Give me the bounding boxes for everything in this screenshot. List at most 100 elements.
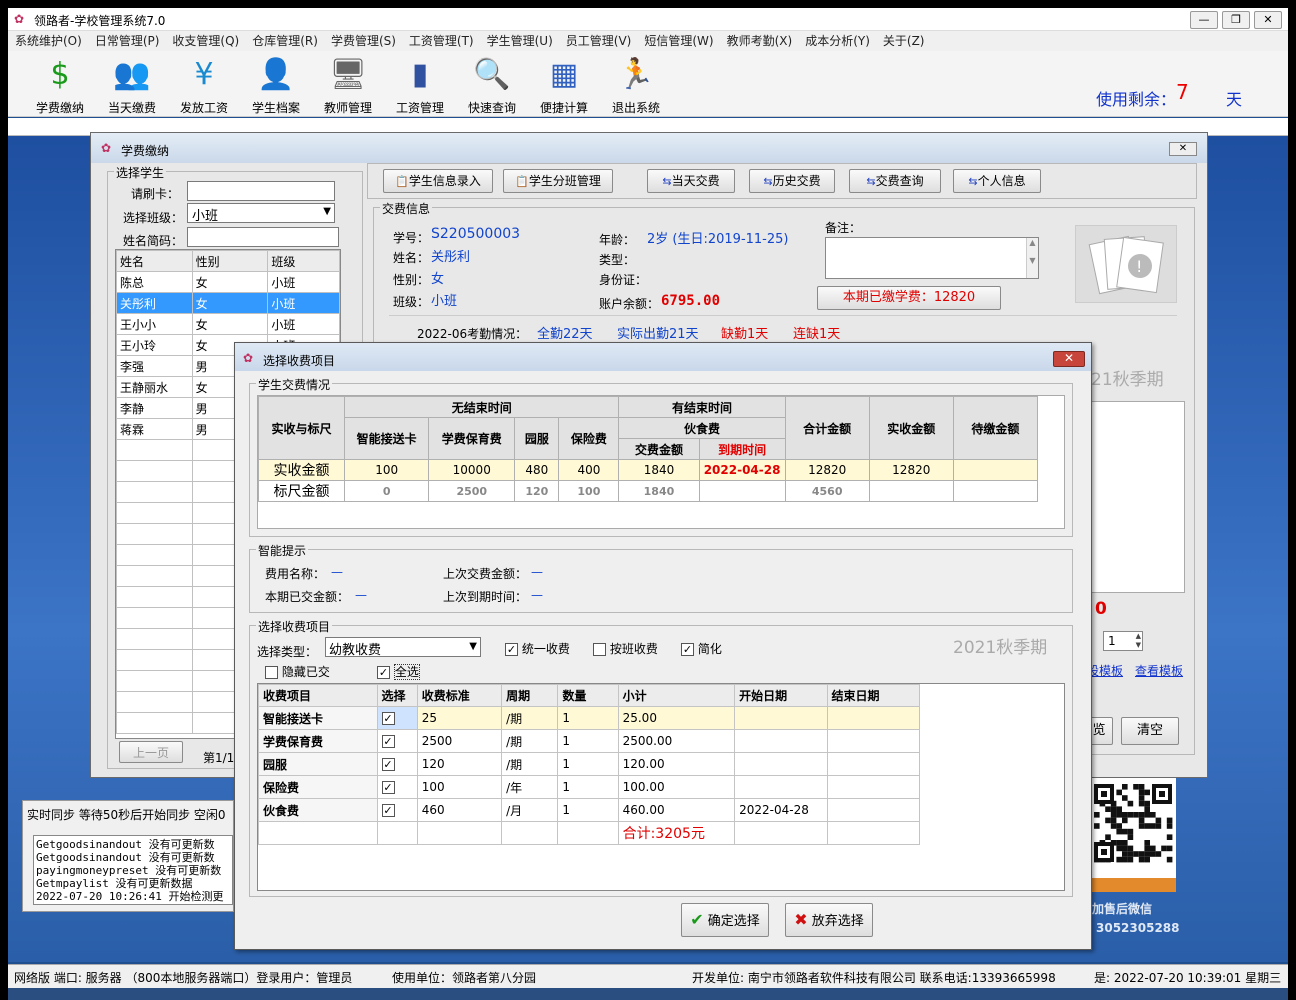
- calculator-icon: ▦: [549, 57, 579, 92]
- unified-checkbox[interactable]: ✓ 统一收费: [505, 640, 570, 657]
- sync-log-line: 2022-07-20 10:26:41 开始检测更: [36, 890, 224, 903]
- table-row[interactable]: 实收金额 100 10000 480 400 1840 2022-04-28 12820 128…: [257, 459, 1039, 481]
- fee-select-cell[interactable]: ✓: [376, 729, 418, 753]
- fee-window-close-button[interactable]: ✕: [1169, 142, 1197, 156]
- menu-item-10[interactable]: 成本分析(Y): [805, 31, 870, 51]
- fee-select-cell[interactable]: ✓: [376, 752, 418, 776]
- student-col-header[interactable]: 性别: [191, 250, 269, 272]
- fee-col-header[interactable]: 选择: [376, 684, 418, 707]
- table-row[interactable]: 标尺金额 0 2500 120 100 1840 4560: [257, 480, 1039, 502]
- student-col-header[interactable]: 班级: [267, 250, 340, 272]
- table-row[interactable]: 关彤利女小班: [116, 292, 340, 314]
- class-select[interactable]: 小班 ▼: [187, 203, 335, 224]
- student-cell: 陈总: [116, 271, 193, 293]
- fee-type-select[interactable]: 幼教收费 ▼: [325, 637, 481, 658]
- table-row[interactable]: 陈总女小班: [116, 271, 340, 293]
- dialog-close-button[interactable]: ✕: [1053, 351, 1085, 367]
- side-panel-list[interactable]: [1091, 401, 1185, 593]
- set-template-link[interactable]: 设模板: [1087, 662, 1123, 679]
- student-photo[interactable]: !: [1075, 225, 1177, 303]
- student-cell: [116, 481, 193, 503]
- menu-item-0[interactable]: 系统维护(O): [15, 31, 82, 51]
- tab-1[interactable]: 📋学生分班管理: [503, 169, 613, 193]
- card-input[interactable]: [187, 181, 335, 201]
- fee-checkbox[interactable]: ✓: [381, 712, 395, 725]
- paid-this-term-button[interactable]: 本期已缴学费：12820: [817, 286, 1001, 310]
- table-row[interactable]: 保险费 ✓ 100/年 1 100.00: [258, 775, 921, 799]
- fee-col-header[interactable]: 开始日期: [734, 684, 828, 707]
- menu-item-11[interactable]: 关于(Z): [883, 31, 925, 51]
- table-row[interactable]: 园服 ✓ 120/期 1 120.00: [258, 752, 921, 776]
- sync-panel: 实时同步 等待50秒后开始同步 空闲0 Getgoodsinandout 没有可…: [22, 800, 234, 912]
- toolbar-button-5[interactable]: ▮ 工资管理: [384, 51, 456, 117]
- remark-textarea[interactable]: ▲ ▼: [825, 237, 1039, 279]
- table-row[interactable]: 学费保育费 ✓ 2500/期 1 2500.00: [258, 729, 921, 753]
- menu-item-6[interactable]: 学生管理(U): [487, 31, 553, 51]
- table-row[interactable]: 伙食费 ✓ 460/月 1 460.00 2022-04-28: [258, 798, 921, 822]
- fee-select-cell[interactable]: ✓: [376, 798, 418, 822]
- fee-total-cell: 合计:3205元: [617, 821, 736, 845]
- menu-item-2[interactable]: 收支管理(Q): [172, 31, 239, 51]
- menu-item-7[interactable]: 员工管理(V): [566, 31, 632, 51]
- simple-checkbox[interactable]: ✓ 简化: [681, 640, 722, 657]
- fee-col-header[interactable]: 收费标准: [416, 684, 503, 707]
- confirm-button[interactable]: ✔ 确定选择: [681, 903, 769, 937]
- toolbar-button-6[interactable]: 🔍 快速查询: [456, 51, 528, 117]
- minimize-button[interactable]: —: [1190, 11, 1218, 29]
- fee-start: 2022-04-28: [734, 798, 828, 822]
- menu-item-9[interactable]: 教师考勤(X): [727, 31, 793, 51]
- toolbar-button-1[interactable]: 👥 当天缴费: [96, 51, 168, 117]
- tab-5[interactable]: ⇆个人信息: [953, 169, 1041, 193]
- toolbar-button-7[interactable]: ▦ 便捷计算: [528, 51, 600, 117]
- close-button[interactable]: ✕: [1254, 11, 1282, 29]
- student-cell: 小班: [267, 313, 340, 335]
- fee-checkbox[interactable]: ✓: [381, 735, 395, 748]
- restore-button[interactable]: ❐: [1222, 11, 1250, 29]
- by-class-checkbox[interactable]: 按班收费: [593, 640, 658, 657]
- abbr-label: 姓名简码：: [123, 234, 184, 248]
- toolbar-button-3[interactable]: 👤 学生档案: [240, 51, 312, 117]
- fee-checkbox[interactable]: ✓: [381, 758, 395, 771]
- tab-3[interactable]: ⇆历史交费: [749, 169, 835, 193]
- quantity-stepper[interactable]: 1 ▲ ▼: [1103, 631, 1143, 651]
- student-cell: 王小玲: [116, 334, 193, 356]
- menu-item-3[interactable]: 仓库管理(R): [252, 31, 318, 51]
- toolbar-button-4[interactable]: 🖥 教师管理: [312, 51, 384, 117]
- table-row[interactable]: 王小小女小班: [116, 313, 340, 335]
- clear-button[interactable]: 清空: [1121, 717, 1179, 745]
- fee-select-cell[interactable]: ✓: [376, 775, 418, 799]
- menu-item-1[interactable]: 日常管理(P): [95, 31, 160, 51]
- fee-col-header[interactable]: 数量: [557, 684, 619, 707]
- fee-checkbox[interactable]: ✓: [381, 804, 395, 817]
- view-template-link[interactable]: 查看模板: [1135, 662, 1183, 679]
- remark-scrollbar[interactable]: ▲ ▼: [1026, 238, 1038, 278]
- fee-col-header[interactable]: 收费项目: [258, 684, 378, 707]
- student-list-header: 姓名 性别 班级: [116, 250, 340, 272]
- fee-select-cell[interactable]: ✓: [376, 706, 418, 730]
- toolbar-button-2[interactable]: ¥ 发放工资: [168, 51, 240, 117]
- computer-icon: 🖥: [328, 57, 368, 92]
- season-label: 2021秋季期: [953, 638, 1048, 658]
- tab-2[interactable]: ⇆当天交费: [647, 169, 735, 193]
- hide-paid-checkbox[interactable]: 隐藏已交: [265, 663, 330, 680]
- prev-page-button[interactable]: 上一页: [119, 741, 183, 763]
- cancel-button[interactable]: ✖ 放弃选择: [785, 903, 873, 937]
- menu-item-4[interactable]: 学费管理(S): [331, 31, 396, 51]
- menu-item-8[interactable]: 短信管理(W): [644, 31, 713, 51]
- toolbar-button-0[interactable]: $ 学费缴纳: [24, 51, 96, 117]
- student-col-header[interactable]: 姓名: [116, 250, 193, 272]
- menu-item-5[interactable]: 工资管理(T): [409, 31, 474, 51]
- tab-0[interactable]: 📋学生信息录入: [383, 169, 493, 193]
- abbr-input[interactable]: [187, 227, 339, 247]
- fee-total-cell: [416, 821, 503, 845]
- fee-checkbox[interactable]: ✓: [381, 781, 395, 794]
- toolbar-button-8[interactable]: 🏃 退出系统: [600, 51, 672, 117]
- student-cell: 王小小: [116, 313, 193, 335]
- tab-4[interactable]: ⇆交费查询: [849, 169, 941, 193]
- select-all-checkbox[interactable]: ✓ 全选: [377, 663, 420, 680]
- table-row[interactable]: 智能接送卡 ✓ 25/期 1 25.00: [258, 706, 921, 730]
- student-cell: 女: [191, 292, 269, 314]
- fee-col-header[interactable]: 周期: [501, 684, 559, 707]
- fee-col-header[interactable]: 结束日期: [826, 684, 921, 707]
- fee-col-header[interactable]: 小计: [617, 684, 736, 707]
